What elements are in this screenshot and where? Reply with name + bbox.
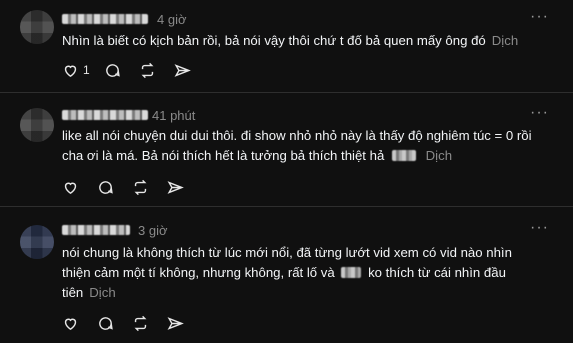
comment-line: cha ơi là má. Bả nói thích hết là tưởng … [62, 146, 552, 166]
comment-line: nói chung là không thích từ lúc mới nổi,… [62, 245, 512, 260]
translate-link[interactable]: Dịch [89, 285, 115, 300]
comment-line: thiện cảm một tí không, nhưng không, rất… [62, 263, 552, 283]
username[interactable] [62, 14, 148, 24]
share-icon [174, 63, 191, 77]
share-icon [167, 180, 184, 194]
action-bar [62, 313, 202, 333]
comment-body: tiên [62, 285, 84, 300]
repost-icon [134, 315, 147, 331]
comment-icon [99, 180, 113, 194]
comment-time: 41 phút [152, 108, 196, 123]
repost-icon [134, 179, 147, 195]
repost-button[interactable] [139, 62, 156, 79]
comment-icon [99, 316, 113, 330]
redacted-text [391, 150, 416, 161]
translate-link[interactable]: Dịch [426, 148, 452, 163]
action-bar: 1 [62, 60, 209, 80]
share-button[interactable] [174, 62, 191, 79]
comment-item: 4 giờ ··· Nhìn là biết có kịch bản rồi, … [0, 0, 573, 92]
more-options-button[interactable]: ··· [530, 219, 549, 237]
redacted-text [341, 267, 362, 278]
like-button[interactable] [62, 179, 79, 196]
reply-button[interactable] [97, 315, 114, 332]
username[interactable] [62, 225, 130, 235]
comment-text: Nhìn là biết có kịch bản rồi, bả nói vậy… [62, 31, 552, 51]
comment-body: Nhìn là biết có kịch bản rồi, bả nói vậy… [62, 33, 486, 48]
avatar[interactable] [20, 225, 54, 259]
comment-body: thiện cảm một tí không, nhưng không, rất… [62, 265, 335, 280]
heart-icon [64, 182, 77, 194]
more-options-button[interactable]: ··· [530, 104, 549, 122]
share-icon [167, 316, 184, 330]
comment-item: 41 phút ··· like all nói chuyện dui dui … [0, 92, 573, 207]
heart-icon [64, 65, 77, 77]
comment-text: nói chung là không thích từ lúc mới nổi,… [62, 243, 552, 303]
username[interactable] [62, 110, 148, 120]
comment-text: like all nói chuyện dui dui thôi. đi sho… [62, 126, 552, 166]
repost-icon [141, 62, 154, 78]
comment-body: cha ơi là má. Bả nói thích hết là tưởng … [62, 148, 385, 163]
like-button[interactable] [62, 315, 79, 332]
comment-line: tiên Dịch [62, 283, 552, 303]
repost-button[interactable] [132, 179, 149, 196]
comment-item: 3 giờ ··· nói chung là không thích từ lú… [0, 206, 573, 343]
share-button[interactable] [167, 179, 184, 196]
like-count: 1 [83, 63, 90, 77]
more-options-button[interactable]: ··· [530, 8, 549, 26]
comment-time: 4 giờ [157, 12, 187, 27]
comment-icon [105, 63, 120, 77]
comment-body: ko thích từ cái nhìn đầu [368, 265, 506, 280]
avatar[interactable] [20, 10, 54, 44]
repost-button[interactable] [132, 315, 149, 332]
like-button[interactable]: 1 [62, 62, 90, 79]
translate-link[interactable]: Dịch [492, 33, 518, 48]
avatar[interactable] [20, 108, 54, 142]
reply-button[interactable] [104, 62, 121, 79]
action-bar [62, 177, 202, 197]
comment-line: like all nói chuyện dui dui thôi. đi sho… [62, 128, 532, 143]
reply-button[interactable] [97, 179, 114, 196]
comment-time: 3 giờ [138, 223, 168, 238]
comment-feed: 4 giờ ··· Nhìn là biết có kịch bản rồi, … [0, 0, 573, 342]
heart-icon [64, 318, 77, 330]
share-button[interactable] [167, 315, 184, 332]
